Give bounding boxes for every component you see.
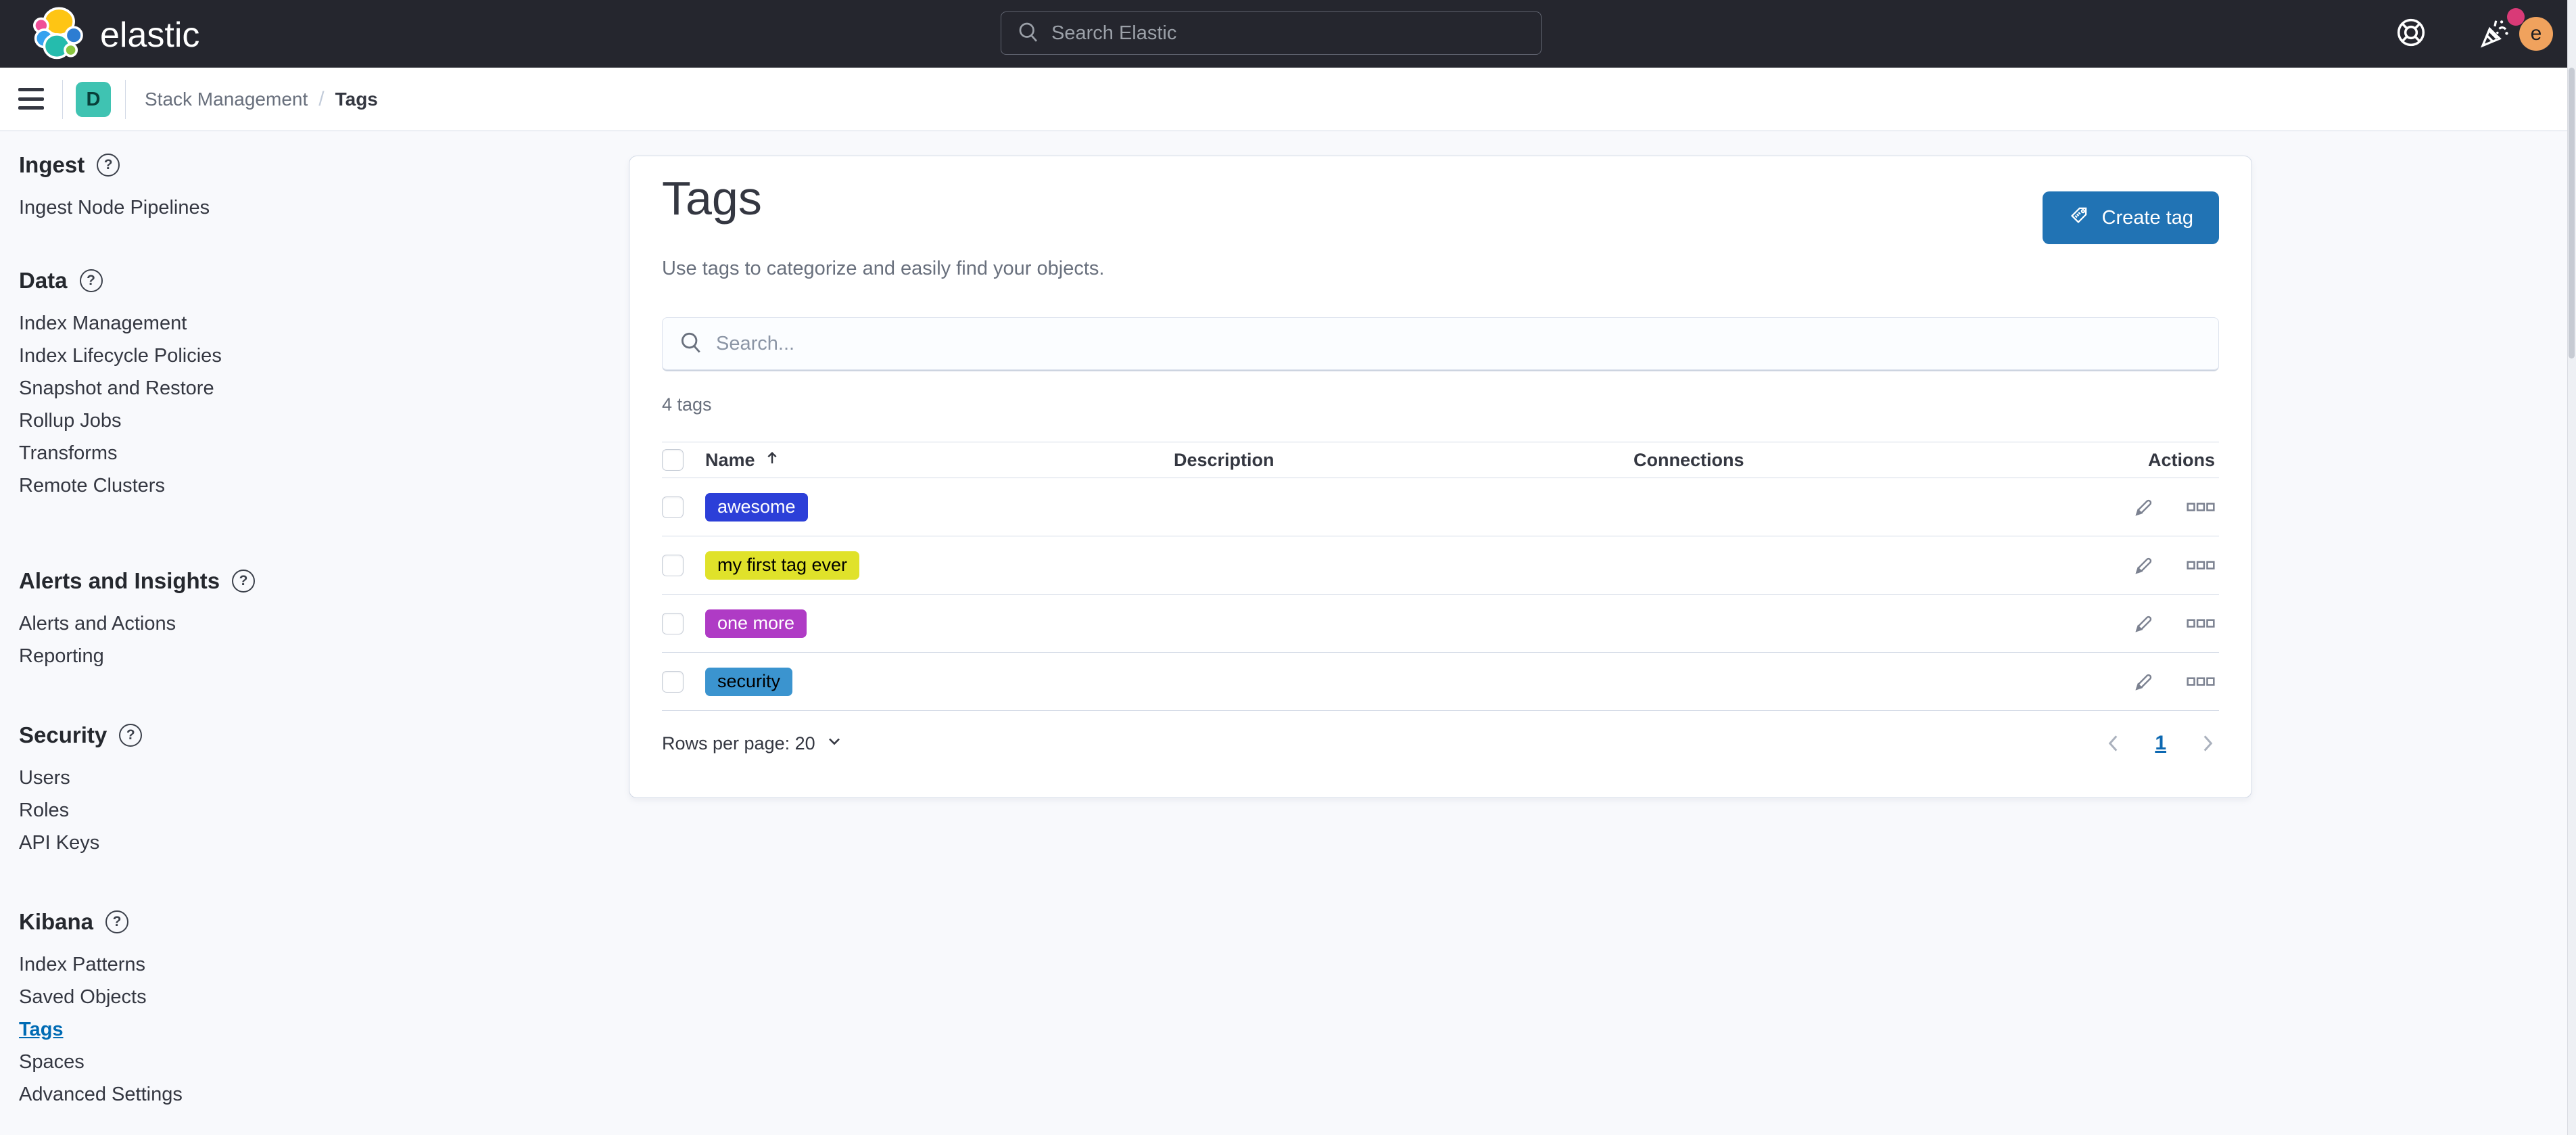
sidebar-item-transforms[interactable]: Transforms [19,437,222,469]
sidebar-item-index-patterns[interactable]: Index Patterns [19,948,183,981]
tag-badge: one more [705,609,807,638]
table-row: awesome [662,478,2219,536]
sidebar-item-saved-objects[interactable]: Saved Objects [19,981,183,1013]
question-circle-icon[interactable]: ? [80,269,103,292]
breadcrumb-bar: D Stack Management / Tags [0,68,2576,131]
section-title: Security [19,722,107,748]
select-all-checkbox[interactable] [662,449,684,471]
sidebar-item-advanced-settings[interactable]: Advanced Settings [19,1078,183,1111]
page-number-1[interactable]: 1 [2155,732,2166,755]
table-pagination: Rows per page: 20 1 [662,723,2219,764]
column-header-name[interactable]: Name [705,450,755,471]
sidebar-item-reporting[interactable]: Reporting [19,640,255,672]
section-title: Ingest [19,152,85,178]
edit-tag-button[interactable] [2132,496,2155,519]
row-checkbox[interactable] [662,496,684,518]
sidebar-item-roles[interactable]: Roles [19,794,142,827]
tag-icon [2068,204,2090,231]
sidebar-item-index-lifecycle-policies[interactable]: Index Lifecycle Policies [19,340,222,372]
tag-badge: my first tag ever [705,551,859,580]
table-row: my first tag ever [662,536,2219,595]
table-header-row: Name Description Connections Actions [662,442,2219,478]
avatar-initial: e [2531,22,2542,45]
column-header-connections: Connections [1633,450,1744,470]
sidebar-item-remote-clusters[interactable]: Remote Clusters [19,469,222,502]
breadcrumb-tags: Tags [335,89,378,110]
app-header: elastic [0,0,2576,68]
divider [62,80,63,119]
row-checkbox[interactable] [662,671,684,693]
previous-page-button[interactable] [2102,732,2125,755]
user-avatar[interactable]: e [2519,17,2553,51]
divider [125,80,126,119]
scrollbar-thumb[interactable] [2569,68,2575,358]
sidebar-section-kibana: Kibana ? Index Patterns Saved Objects Ta… [19,909,183,1111]
breadcrumb-separator: / [318,88,324,111]
section-title: Data [19,268,68,294]
sidebar-section-security: Security ? Users Roles API Keys [19,722,142,859]
sidebar-item-api-keys[interactable]: API Keys [19,827,142,859]
page-scrollbar[interactable] [2567,0,2576,1135]
sidebar-item-index-management[interactable]: Index Management [19,307,222,340]
more-actions-button[interactable] [2187,502,2215,513]
search-icon [678,329,704,358]
column-header-actions: Actions [2148,450,2215,471]
tags-table: Name Description Connections Actions awe… [662,442,2219,711]
edit-tag-button[interactable] [2132,612,2155,635]
row-checkbox[interactable] [662,555,684,576]
breadcrumb: Stack Management / Tags [145,68,378,131]
sidebar-section-ingest: Ingest ? Ingest Node Pipelines [19,152,210,224]
sort-ascending-icon [763,449,781,471]
create-tag-label: Create tag [2102,207,2193,229]
sidebar-item-ingest-node-pipelines[interactable]: Ingest Node Pipelines [19,191,210,224]
space-badge[interactable]: D [76,82,111,117]
column-header-description: Description [1174,450,1274,470]
elastic-logo[interactable]: elastic [30,5,199,64]
sidebar-section-alerts-insights: Alerts and Insights ? Alerts and Actions… [19,568,255,672]
tag-badge: awesome [705,493,808,522]
sidebar-item-users[interactable]: Users [19,762,142,794]
menu-toggle-button[interactable] [18,85,44,112]
create-tag-button[interactable]: Create tag [2043,191,2219,244]
sidebar-item-snapshot-and-restore[interactable]: Snapshot and Restore [19,372,222,404]
table-row: one more [662,595,2219,653]
edit-tag-button[interactable] [2132,554,2155,577]
table-row: security [662,653,2219,711]
tags-search-box[interactable] [662,317,2219,371]
more-actions-button[interactable] [2187,618,2215,629]
sidebar-item-rollup-jobs[interactable]: Rollup Jobs [19,404,222,437]
search-icon [1016,20,1041,47]
question-circle-icon[interactable]: ? [119,724,142,747]
elastic-logo-text: elastic [100,15,199,55]
help-button[interactable] [2393,16,2429,51]
tag-badge: security [705,668,792,696]
help-icon [2394,16,2428,53]
next-page-button[interactable] [2196,732,2219,755]
edit-tag-button[interactable] [2132,670,2155,693]
section-title: Kibana [19,909,93,935]
chevron-down-icon [825,732,844,756]
rows-per-page-button[interactable]: Rows per page: 20 [662,732,844,756]
tags-search-input[interactable] [716,333,2203,355]
sidebar-item-spaces[interactable]: Spaces [19,1046,183,1078]
question-circle-icon[interactable]: ? [97,154,120,177]
more-actions-button[interactable] [2187,560,2215,571]
tags-panel: Tags Create tag Use tags to categorize a… [629,156,2252,798]
sidebar-item-alerts-and-actions[interactable]: Alerts and Actions [19,607,255,640]
tags-count: 4 tags [662,394,712,415]
breadcrumb-stack-management[interactable]: Stack Management [145,89,308,110]
question-circle-icon[interactable]: ? [232,570,255,593]
page-title: Tags [662,171,762,225]
more-actions-button[interactable] [2187,676,2215,687]
elastic-logo-icon [30,5,85,64]
global-search-input[interactable] [1051,22,1526,45]
question-circle-icon[interactable]: ? [105,910,128,933]
rows-per-page-label: Rows per page: 20 [662,733,815,754]
global-search-bar[interactable] [1001,11,1542,55]
page-description: Use tags to categorize and easily find y… [662,258,1104,280]
row-checkbox[interactable] [662,613,684,634]
sidebar-item-tags[interactable]: Tags [19,1013,183,1046]
sidebar-section-data: Data ? Index Management Index Lifecycle … [19,268,222,502]
section-title: Alerts and Insights [19,568,220,594]
